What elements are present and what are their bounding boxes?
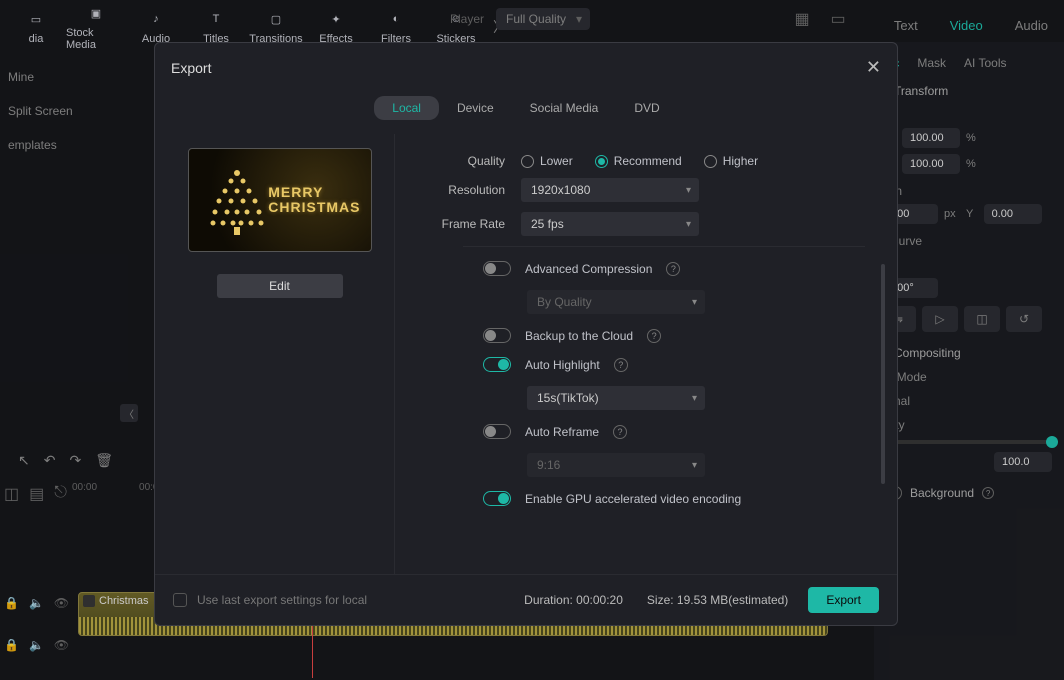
quality-label: Quality: [423, 154, 521, 168]
duration-text: Duration: 00:00:20: [524, 593, 623, 607]
last-settings-label: Use last export settings for local: [197, 593, 367, 607]
modal-body: MERRYCHRISTMAS Edit Quality Lower Recomm…: [155, 134, 897, 574]
adv-compression-select[interactable]: By Quality: [527, 290, 705, 314]
export-tabs: Local Device Social Media DVD: [374, 96, 677, 120]
tab-local[interactable]: Local: [374, 96, 439, 120]
resolution-label: Resolution: [423, 183, 521, 197]
auto-highlight-select[interactable]: 15s(TikTok): [527, 386, 705, 410]
modal-footer: Use last export settings for local Durat…: [155, 574, 897, 625]
help-icon[interactable]: ?: [647, 329, 661, 343]
help-icon[interactable]: ?: [614, 358, 628, 372]
tab-device[interactable]: Device: [439, 96, 512, 120]
gpu-label: Enable GPU accelerated video encoding: [525, 492, 741, 506]
adv-compression-row: Advanced Compression ?: [483, 261, 865, 276]
auto-highlight-label: Auto Highlight: [525, 358, 600, 372]
radio-lower[interactable]: Lower: [521, 154, 573, 168]
radio-label: Recommend: [614, 154, 682, 168]
modal-right-panel: Quality Lower Recommend Higher Resolutio…: [395, 134, 887, 574]
help-icon[interactable]: ?: [613, 425, 627, 439]
backup-row: Backup to the Cloud ?: [483, 328, 865, 343]
footer-info: Duration: 00:00:20 Size: 19.53 MB(estima…: [524, 593, 788, 607]
framerate-row: Frame Rate 25 fps: [423, 212, 865, 236]
auto-reframe-toggle[interactable]: [483, 424, 511, 439]
quality-row: Quality Lower Recommend Higher: [423, 154, 865, 168]
export-modal: Export ✕ Local Device Social Media DVD M…: [154, 42, 898, 626]
radio-label: Higher: [723, 154, 758, 168]
modal-header: Export ✕: [155, 43, 897, 86]
export-button[interactable]: Export: [808, 587, 879, 613]
radio-icon: [521, 155, 534, 168]
scrollbar[interactable]: [881, 264, 885, 484]
size-text: Size: 19.53 MB(estimated): [647, 593, 788, 607]
auto-reframe-select[interactable]: 9:16: [527, 453, 705, 477]
resolution-row: Resolution 1920x1080: [423, 178, 865, 202]
help-icon[interactable]: ?: [666, 262, 680, 276]
last-settings-checkbox[interactable]: [173, 593, 187, 607]
auto-highlight-row: Auto Highlight ?: [483, 357, 865, 372]
framerate-label: Frame Rate: [423, 217, 521, 231]
radio-icon: [704, 155, 717, 168]
modal-title: Export: [171, 60, 211, 76]
divider: [463, 246, 865, 247]
adv-compression-toggle[interactable]: [483, 261, 511, 276]
modal-left-panel: MERRYCHRISTMAS Edit: [165, 134, 395, 574]
close-icon[interactable]: ✕: [866, 57, 881, 78]
radio-recommend[interactable]: Recommend: [595, 154, 682, 168]
radio-higher[interactable]: Higher: [704, 154, 758, 168]
gpu-toggle[interactable]: [483, 491, 511, 506]
framerate-select[interactable]: 25 fps: [521, 212, 699, 236]
backup-toggle[interactable]: [483, 328, 511, 343]
gpu-row: Enable GPU accelerated video encoding: [483, 491, 865, 506]
edit-button[interactable]: Edit: [217, 274, 343, 298]
auto-reframe-label: Auto Reframe: [525, 425, 599, 439]
backup-label: Backup to the Cloud: [525, 329, 633, 343]
tree-icon: [207, 167, 267, 237]
quality-radio-group: Lower Recommend Higher: [521, 154, 758, 168]
radio-icon: [595, 155, 608, 168]
tab-social-media[interactable]: Social Media: [512, 96, 617, 120]
tab-dvd[interactable]: DVD: [616, 96, 677, 120]
resolution-select[interactable]: 1920x1080: [521, 178, 699, 202]
export-preview: MERRYCHRISTMAS: [188, 148, 372, 252]
auto-highlight-toggle[interactable]: [483, 357, 511, 372]
radio-label: Lower: [540, 154, 573, 168]
adv-compression-label: Advanced Compression: [525, 262, 652, 276]
preview-text: MERRYCHRISTMAS: [268, 185, 360, 214]
auto-reframe-row: Auto Reframe ?: [483, 424, 865, 439]
